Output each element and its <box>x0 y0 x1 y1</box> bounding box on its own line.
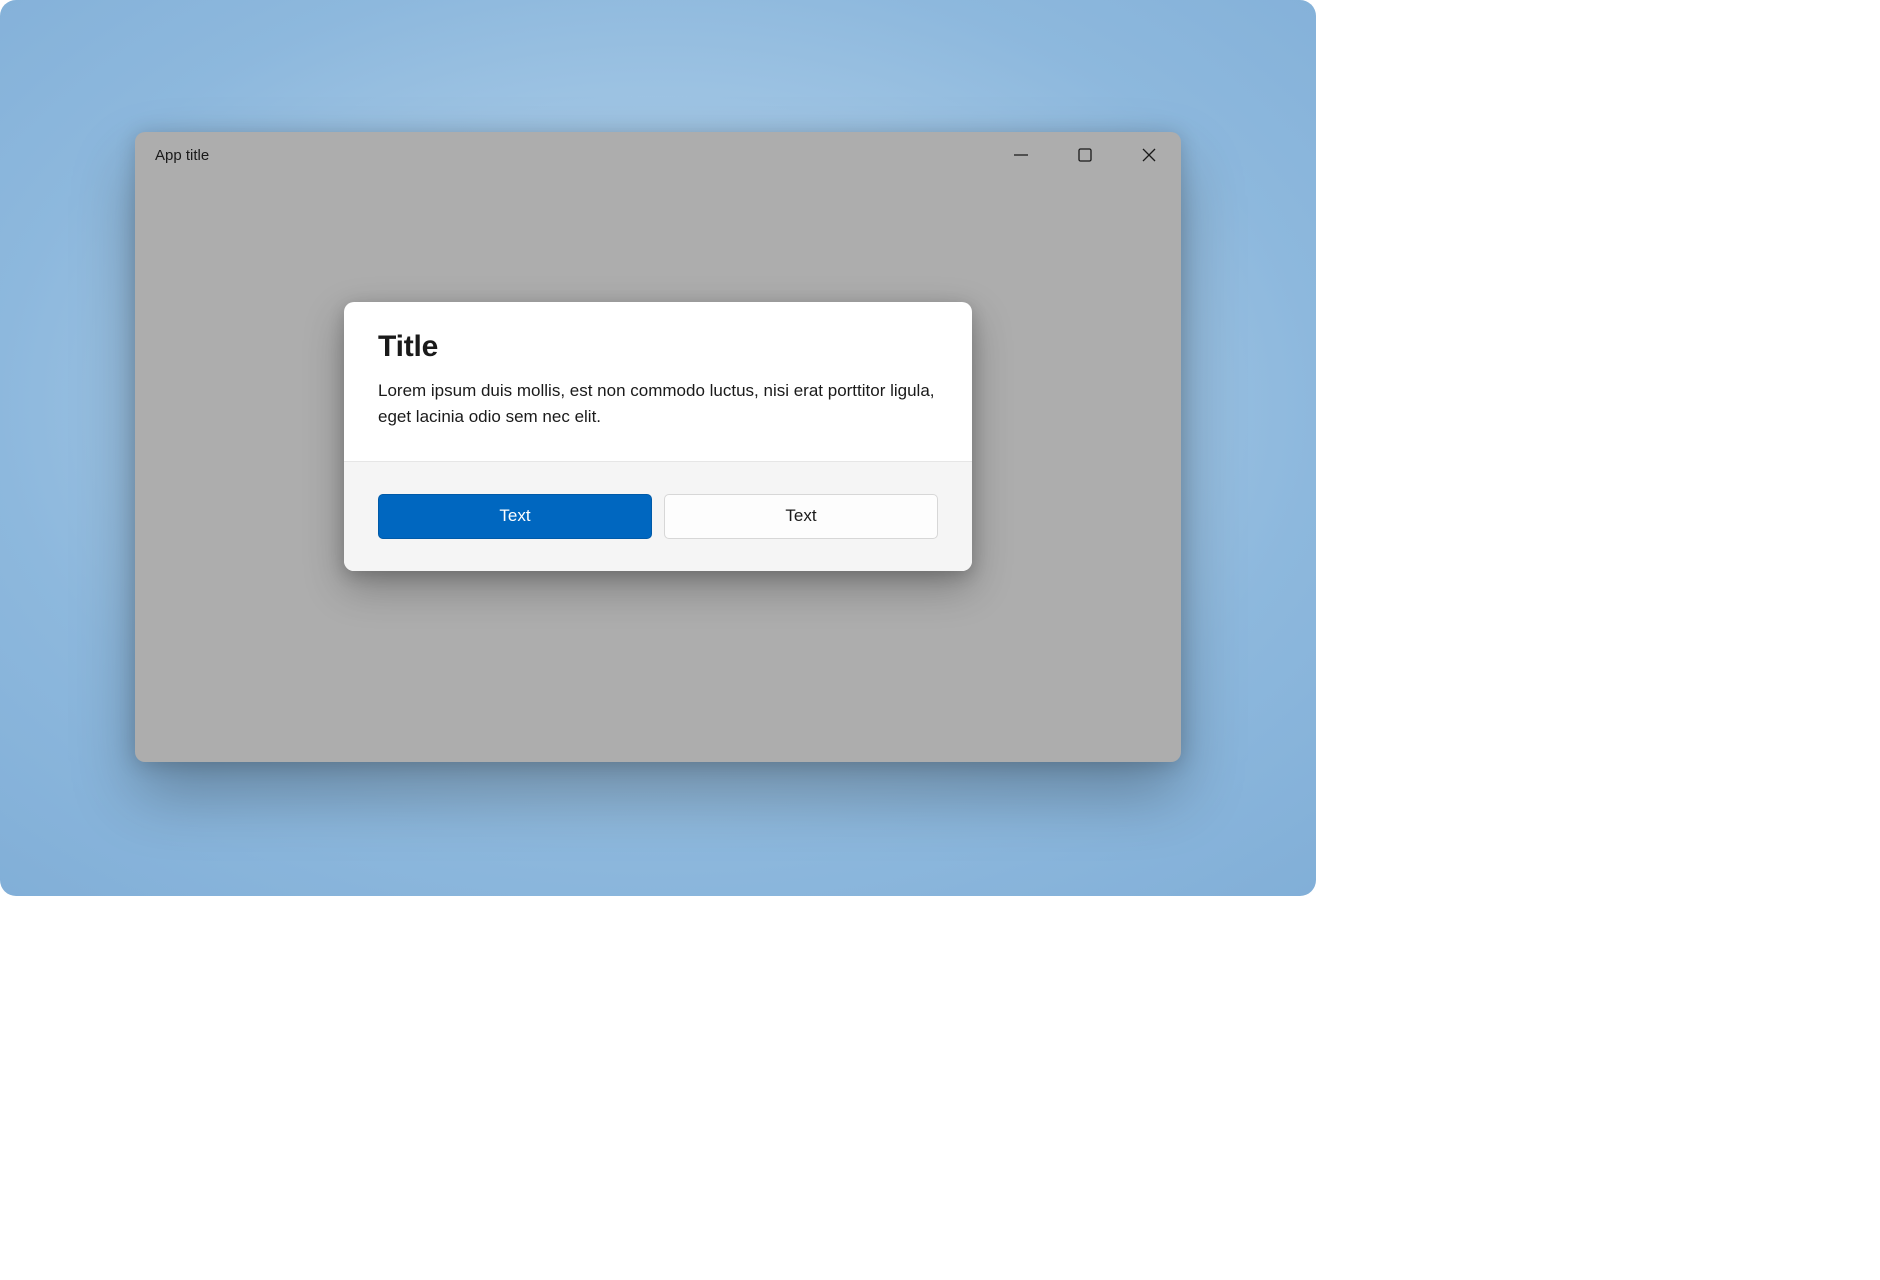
maximize-button[interactable] <box>1053 132 1117 178</box>
close-icon <box>1142 148 1156 162</box>
dialog-actions: Text Text <box>344 461 972 571</box>
dialog-body: Title Lorem ipsum duis mollis, est non c… <box>344 302 972 461</box>
maximize-icon <box>1078 148 1092 162</box>
dialog-primary-button[interactable]: Text <box>378 494 652 539</box>
close-button[interactable] <box>1117 132 1181 178</box>
dialog-secondary-button[interactable]: Text <box>664 494 938 539</box>
content-dialog: Title Lorem ipsum duis mollis, est non c… <box>344 302 972 571</box>
app-title: App title <box>155 147 209 164</box>
minimize-icon <box>1014 148 1028 162</box>
minimize-button[interactable] <box>989 132 1053 178</box>
app-window: App title Title Lorem ipsum duis mollis,… <box>135 132 1181 762</box>
dialog-title: Title <box>378 330 938 364</box>
caption-buttons <box>989 132 1181 178</box>
title-bar[interactable]: App title <box>135 132 1181 178</box>
dialog-content: Lorem ipsum duis mollis, est non commodo… <box>378 378 938 431</box>
